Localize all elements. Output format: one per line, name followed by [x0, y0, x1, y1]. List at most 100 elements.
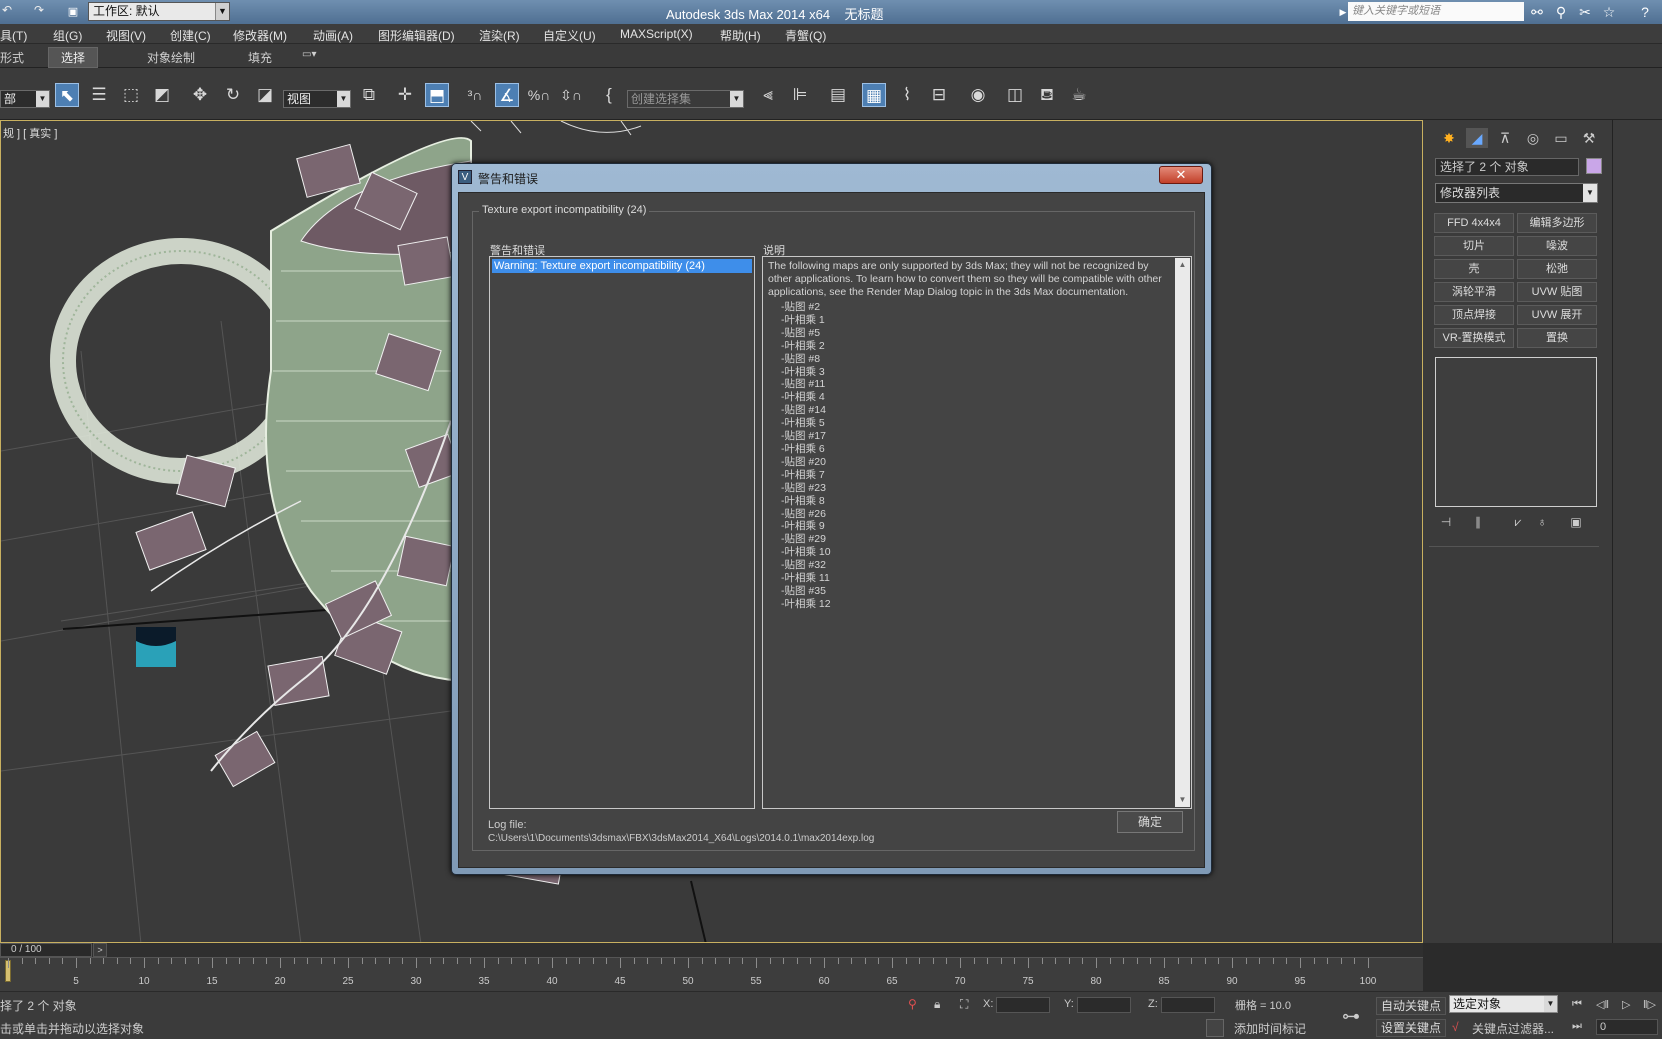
scroll-up-icon[interactable]: ▲ — [1175, 258, 1190, 272]
menu-help[interactable]: 帮助(H) — [720, 27, 761, 44]
go-to-start-icon[interactable]: ⏮ — [1572, 998, 1582, 1011]
tab-object-paint[interactable]: 对象绘制 — [147, 49, 195, 66]
x-coordinate-field[interactable] — [996, 997, 1050, 1013]
workspace-dropdown[interactable]: 工作区: 默认 ▼ — [88, 2, 230, 21]
tools-icon[interactable]: ✂ — [1576, 3, 1594, 21]
list-item[interactable]: Warning: Texture export incompatibility … — [492, 259, 752, 273]
next-frame-icon[interactable]: ‖▷ — [1643, 998, 1656, 1011]
create-tab-icon[interactable]: ✸ — [1438, 128, 1460, 148]
modifier-button[interactable]: 噪波 — [1517, 236, 1597, 256]
time-slider-handle[interactable]: 0 / 100 — [0, 943, 92, 957]
play-icon[interactable]: ▷ — [1622, 998, 1630, 1011]
rectangle-selection-icon[interactable]: ⬚ — [119, 83, 143, 107]
rendered-frame-window-icon[interactable]: ⛾ — [1035, 83, 1059, 107]
edit-named-selection-icon[interactable]: { — [597, 83, 621, 107]
select-object-icon[interactable]: ⬉ — [55, 83, 79, 107]
ribbon-options-icon[interactable]: ▭▾ — [302, 49, 316, 60]
previous-frame-icon[interactable]: ◁‖ — [1596, 998, 1609, 1011]
key-icon[interactable]: ⚲ — [1552, 3, 1570, 21]
render-setup-icon[interactable]: ◫ — [1003, 83, 1027, 107]
modifier-button[interactable]: 壳 — [1434, 259, 1514, 279]
keyword-search-input[interactable]: 键入关键字或短语 — [1348, 2, 1524, 21]
object-color-swatch[interactable] — [1586, 158, 1602, 174]
modifier-button[interactable]: UVW 贴图 — [1517, 282, 1597, 302]
workspace-icon[interactable]: ▣ — [64, 3, 82, 21]
menu-animation[interactable]: 动画(A) — [313, 27, 353, 44]
percent-snap-icon[interactable]: %∩ — [527, 83, 551, 107]
angle-snap-icon[interactable]: ∡ — [495, 83, 519, 107]
material-editor-icon[interactable]: ◉ — [966, 83, 990, 107]
snaps-toggle-icon[interactable]: ³∩ — [463, 83, 487, 107]
layer-manager-icon[interactable]: ▤ — [826, 83, 850, 107]
absolute-mode-icon[interactable]: ⛶ — [960, 997, 968, 1012]
curve-editor-icon[interactable]: ⌇ — [895, 83, 919, 107]
menu-create[interactable]: 创建(C) — [170, 27, 211, 44]
track-bar[interactable]: 5 10 15 20 25 30 35 40 45 50 55 60 65 70 75 80 85 90 95 100 — [0, 957, 1423, 991]
modifier-button[interactable]: UVW 展开 — [1517, 305, 1597, 325]
menu-maxscript[interactable]: MAXScript(X) — [620, 27, 693, 41]
set-key-icon[interactable]: ⊶ — [1342, 1006, 1360, 1027]
menu-customize[interactable]: 自定义(U) — [543, 27, 596, 44]
hierarchy-tab-icon[interactable]: ⊼ — [1494, 128, 1516, 148]
scroll-down-icon[interactable]: ▼ — [1175, 793, 1190, 807]
scrollbar[interactable]: ▲ ▼ — [1175, 258, 1190, 807]
align-icon[interactable]: ⊫ — [788, 83, 812, 107]
help-icon[interactable]: ? — [1636, 3, 1654, 21]
tab-populate[interactable]: 填充 — [248, 49, 272, 66]
favorite-star-icon[interactable]: ☆ — [1600, 3, 1618, 21]
object-name-field[interactable]: 选择了 2 个 对象 — [1435, 158, 1579, 176]
auto-key-button[interactable]: 自动关键点 — [1376, 997, 1447, 1015]
add-time-tag[interactable]: 添加时间标记 — [1234, 1020, 1306, 1037]
isolate-icon[interactable]: ⚲ — [908, 997, 917, 1011]
modifier-button[interactable]: VR-置换模式 — [1434, 328, 1514, 348]
key-filter-dropdown[interactable]: 选定对象 ▼ — [1449, 995, 1558, 1013]
warnings-list[interactable]: Warning: Texture export incompatibility … — [489, 256, 755, 809]
schematic-view-icon[interactable]: ⊟ — [927, 83, 951, 107]
time-tag-icon[interactable] — [1206, 1019, 1224, 1037]
modifier-button[interactable]: 松弛 — [1517, 259, 1597, 279]
modifier-button[interactable]: 涡轮平滑 — [1434, 282, 1514, 302]
pivot-center-icon[interactable]: ⧉ — [357, 83, 381, 107]
menu-graph-editors[interactable]: 图形编辑器(D) — [378, 27, 455, 44]
configure-sets-icon[interactable]: ▣ — [1567, 515, 1585, 531]
y-coordinate-field[interactable] — [1077, 997, 1131, 1013]
utilities-tab-icon[interactable]: ⚒ — [1578, 128, 1600, 148]
undo-button[interactable]: ↶ — [2, 3, 12, 21]
ok-button[interactable]: 确定 — [1117, 811, 1183, 833]
keyboard-shortcut-override-icon[interactable]: ⬒ — [425, 83, 449, 107]
menu-tools[interactable]: 具(T) — [0, 27, 27, 44]
scale-icon[interactable]: ◪ — [253, 83, 277, 107]
close-button[interactable]: ✕ — [1159, 166, 1203, 184]
time-slider[interactable]: 0 / 100 > — [0, 943, 1423, 957]
rotate-icon[interactable]: ↻ — [221, 83, 245, 107]
key-filters-button[interactable]: 关键点过滤器... — [1472, 1020, 1554, 1037]
pin-stack-icon[interactable]: ⊣ — [1437, 515, 1455, 531]
named-selection-set-dropdown[interactable]: 创建选择集 ▼ — [627, 90, 744, 108]
modify-tab-icon[interactable]: ◢ — [1466, 128, 1488, 148]
menu-rendering[interactable]: 渲染(R) — [479, 27, 520, 44]
motion-tab-icon[interactable]: ◎ — [1522, 128, 1544, 148]
menu-group[interactable]: 组(G) — [53, 27, 82, 44]
display-tab-icon[interactable]: ▭ — [1550, 128, 1572, 148]
description-textbox[interactable]: The following maps are only supported by… — [762, 256, 1192, 809]
key-mode-toggle-icon[interactable]: ⏭ — [1572, 1020, 1582, 1033]
modifier-list-dropdown[interactable]: 修改器列表 ▼ — [1435, 183, 1598, 203]
select-manipulate-icon[interactable]: ✛ — [393, 83, 417, 107]
redo-button[interactable]: ↷ — [34, 3, 44, 21]
window-crossing-icon[interactable]: ◩ — [150, 83, 174, 107]
render-production-icon[interactable]: ☕ — [1067, 83, 1091, 107]
dialog-titlebar[interactable]: V 警告和错误 ✕ — [452, 164, 1211, 190]
tab-modeling[interactable]: 形式 — [0, 49, 24, 66]
spinner-snap-icon[interactable]: ⇳∩ — [559, 83, 583, 107]
remove-modifier-icon[interactable]: ♁ — [1533, 515, 1551, 531]
menu-views[interactable]: 视图(V) — [106, 27, 146, 44]
z-coordinate-field[interactable] — [1161, 997, 1215, 1013]
selection-filter-dropdown[interactable]: 部 ▼ — [0, 90, 50, 108]
show-end-result-icon[interactable]: ∥ — [1469, 515, 1487, 531]
lock-icon[interactable]: 🔒︎ — [934, 997, 940, 1012]
menu-plugin[interactable]: 青蟹(Q) — [785, 27, 826, 44]
move-icon[interactable]: ✥ — [188, 83, 212, 107]
modifier-button[interactable]: 置换 — [1517, 328, 1597, 348]
scene-explorer-icon[interactable]: ▦ — [862, 83, 886, 107]
make-unique-icon[interactable]: ⩗ — [1509, 515, 1527, 531]
